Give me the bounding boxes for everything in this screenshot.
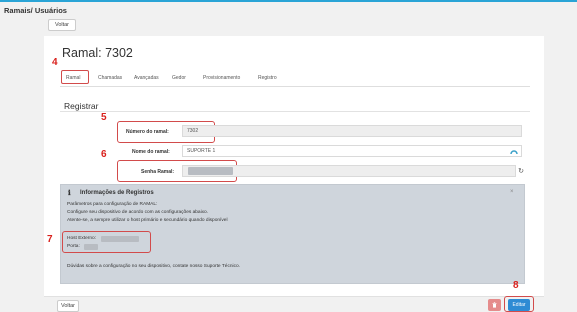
step-marker-6: 6 bbox=[101, 149, 107, 160]
host-blurred-value bbox=[101, 236, 139, 242]
tab-avancadas[interactable]: Avançadas bbox=[134, 75, 159, 81]
nome-field[interactable]: SUPORTE 1 bbox=[182, 145, 522, 157]
numero-field[interactable]: 7302 bbox=[182, 125, 522, 137]
refresh-icon[interactable]: ↻ bbox=[516, 165, 526, 177]
back-button-bottom[interactable]: Voltar bbox=[57, 300, 79, 312]
info-line-3: Atente-se, a sempre utilizar o host prim… bbox=[67, 218, 228, 223]
tab-provisionamento[interactable]: Provisionamento bbox=[203, 75, 240, 81]
nome-label: Nome do ramal: bbox=[132, 149, 170, 155]
tab-ramal[interactable]: Ramal bbox=[66, 75, 80, 81]
section-title: Registrar bbox=[64, 101, 99, 111]
trash-icon bbox=[492, 302, 497, 308]
info-title: Informações de Registros bbox=[80, 190, 154, 196]
loading-icon bbox=[508, 146, 520, 156]
info-footer: Dúvidas sobre a configuração no seu disp… bbox=[67, 264, 240, 269]
port-label: Porta: bbox=[67, 244, 80, 249]
host-highlight-box bbox=[62, 231, 151, 253]
info-line-2: Configure seu dispositivo de acordo com … bbox=[67, 210, 209, 215]
ramal-title: Ramal: 7302 bbox=[62, 46, 133, 60]
edit-button[interactable]: Editar bbox=[508, 299, 530, 311]
tab-gedor[interactable]: Gedor bbox=[172, 75, 186, 81]
port-blurred-value bbox=[84, 244, 98, 250]
info-icon: ℹ bbox=[68, 190, 71, 197]
step-marker-4: 4 bbox=[52, 57, 58, 68]
step-marker-7: 7 bbox=[47, 234, 53, 245]
step-marker-5: 5 bbox=[101, 112, 107, 123]
numero-label: Número do ramal: bbox=[126, 129, 169, 135]
tab-chamadas[interactable]: Chamadas bbox=[98, 75, 122, 81]
senha-label: Senha Ramal: bbox=[141, 169, 175, 175]
senha-blurred-value bbox=[188, 167, 233, 175]
host-label: Host Externo: bbox=[67, 236, 97, 241]
info-line-1: Parâmetros para configuração de RAMAL: bbox=[67, 202, 158, 207]
footer-divider bbox=[44, 296, 544, 297]
step-marker-8: 8 bbox=[513, 280, 519, 291]
back-button-top[interactable]: Voltar bbox=[48, 19, 76, 31]
tabs-divider bbox=[60, 86, 530, 87]
tab-registro[interactable]: Registro bbox=[258, 75, 277, 81]
delete-button[interactable] bbox=[488, 299, 501, 311]
section-divider bbox=[60, 111, 530, 112]
top-accent-line bbox=[0, 0, 577, 2]
page-title: Ramais/ Usuários bbox=[4, 6, 67, 15]
close-icon[interactable]: × bbox=[510, 189, 514, 195]
